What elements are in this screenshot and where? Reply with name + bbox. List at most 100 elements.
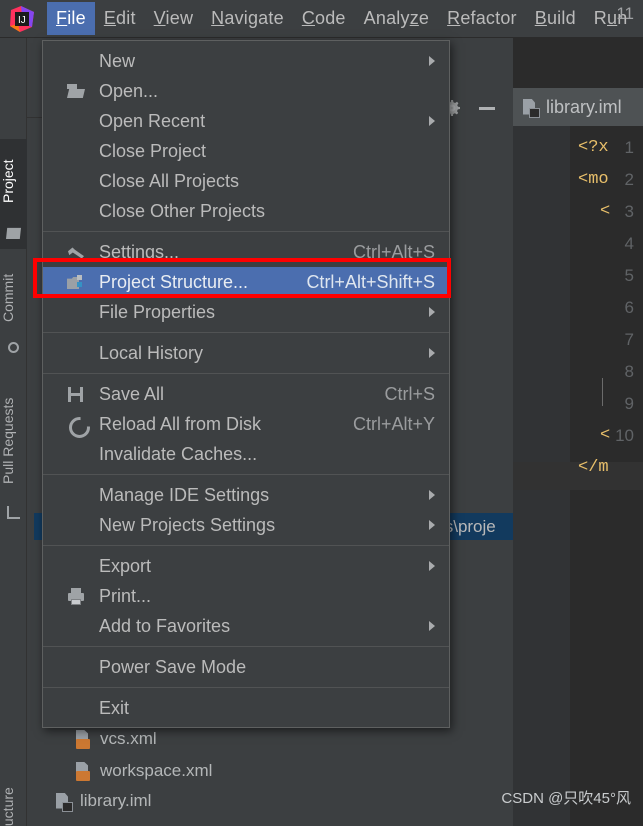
menu-item-label: Save All <box>99 383 165 404</box>
menu-item-power-save-mode[interactable]: Power Save Mode <box>43 652 449 682</box>
line-number: 4 <box>624 234 634 253</box>
code-line: <?x <box>578 138 609 157</box>
tree-file-item[interactable]: library.iml <box>55 791 151 812</box>
menu-item-close-other-projects[interactable]: Close Other Projects <box>43 196 449 226</box>
menu-item-shortcut: Ctrl+Alt+Shift+S <box>306 271 435 292</box>
menu-item-close-project[interactable]: Close Project <box>43 136 449 166</box>
line-number: 3 <box>624 202 634 221</box>
chevron-right-icon <box>429 520 435 530</box>
menubar-item-build[interactable]: Build <box>526 2 585 35</box>
editor-caret-guide <box>602 378 603 406</box>
menu-item-open-recent[interactable]: Open Recent <box>43 106 449 136</box>
menu-item-close-all-projects[interactable]: Close All Projects <box>43 166 449 196</box>
svg-text:IJ: IJ <box>18 15 26 26</box>
menu-bar: IJ File Edit View Navigate Code Analyze Refact… <box>0 0 643 38</box>
menu-item-manage-ide-settings[interactable]: Manage IDE Settings <box>43 480 449 510</box>
menu-item-save-all[interactable]: Save All Ctrl+S <box>43 379 449 409</box>
line-number: 10 <box>615 426 634 445</box>
code-line: < <box>600 426 611 445</box>
intellij-idea-logo: IJ <box>7 4 37 34</box>
menu-separator <box>43 332 449 333</box>
menu-item-label: Local History <box>99 342 204 363</box>
menu-item-label: Close Other Projects <box>99 200 266 221</box>
tree-file-label: workspace.xml <box>100 761 213 780</box>
menu-item-exit[interactable]: Exit <box>43 693 449 723</box>
wrench-icon <box>67 243 86 262</box>
menu-separator <box>43 231 449 232</box>
menubar-item-refactor[interactable]: Refactor <box>438 2 526 35</box>
menu-item-label: Settings... <box>99 241 180 262</box>
pull-requests-icon <box>7 506 20 519</box>
menu-item-export[interactable]: Export <box>43 551 449 581</box>
commit-icon <box>8 342 19 353</box>
reload-icon <box>67 415 86 434</box>
tree-selected-row-right[interactable]: ts\proje <box>440 513 513 540</box>
xml-file-icon: <> <box>75 730 92 749</box>
chevron-right-icon <box>429 561 435 571</box>
menu-item-settings[interactable]: Settings... Ctrl+Alt+S <box>43 237 449 267</box>
iml-file-icon <box>522 98 540 118</box>
menubar-item-code[interactable]: Code <box>293 2 355 35</box>
sidebar-item-structure[interactable]: Structure <box>0 776 27 826</box>
menu-item-label: Exit <box>99 697 130 718</box>
project-structure-icon <box>67 273 86 292</box>
menu-item-label: Close Project <box>99 140 207 161</box>
menu-item-label: Reload All from Disk <box>99 413 262 434</box>
project-folder-icon <box>6 227 21 239</box>
menu-item-label: Open... <box>99 80 159 101</box>
menubar-item-file[interactable]: File <box>47 2 95 35</box>
editor-tab-library-iml[interactable]: library.iml <box>513 88 643 126</box>
file-menu-dropdown: New Open... Open Recent Close Project Close … <box>42 40 450 728</box>
menubar-item-navigate[interactable]: Navigate <box>202 2 293 35</box>
menu-item-open[interactable]: Open... <box>43 76 449 106</box>
sidebar-item-project[interactable]: Project <box>0 142 27 220</box>
menubar-item-edit[interactable]: Edit <box>95 2 145 35</box>
menu-item-print[interactable]: Print... <box>43 581 449 611</box>
menubar-item-analyze[interactable]: Analyze <box>355 2 438 35</box>
tree-file-item[interactable]: <> vcs.xml <box>75 729 157 749</box>
menu-item-label: Print... <box>99 585 152 606</box>
current-line-number: 11 <box>616 4 634 23</box>
tree-file-item[interactable]: <> workspace.xml <box>75 761 212 781</box>
menu-item-label: Export <box>99 555 152 576</box>
iml-file-icon <box>55 792 73 812</box>
line-number: 1 <box>624 138 634 157</box>
chevron-right-icon <box>429 621 435 631</box>
menu-item-file-properties[interactable]: File Properties <box>43 297 449 327</box>
menu-item-label: New <box>99 50 136 71</box>
menu-item-shortcut: Ctrl+Alt+Y <box>352 413 435 434</box>
chevron-right-icon <box>429 490 435 500</box>
menu-item-add-to-favorites[interactable]: Add to Favorites <box>43 611 449 641</box>
save-icon <box>67 385 86 404</box>
menu-item-new[interactable]: New <box>43 46 449 76</box>
menu-item-shortcut: Ctrl+S <box>384 383 435 404</box>
xml-file-icon: <> <box>75 762 92 781</box>
chevron-right-icon <box>429 56 435 66</box>
sidebar-item-commit[interactable]: Commit <box>0 260 27 336</box>
menu-item-project-structure[interactable]: Project Structure... Ctrl+Alt+Shift+S <box>43 267 449 297</box>
menu-item-label: Add to Favorites <box>99 615 231 636</box>
menu-item-label: Close All Projects <box>99 170 240 191</box>
menu-separator <box>43 474 449 475</box>
menu-item-shortcut: Ctrl+Alt+S <box>352 241 435 262</box>
menu-separator <box>43 646 449 647</box>
tool-window-strip: Project Commit Pull Requests Structure <box>0 38 27 826</box>
menu-item-label: New Projects Settings <box>99 514 276 535</box>
sidebar-item-pull-requests[interactable]: Pull Requests <box>0 382 27 500</box>
chevron-right-icon <box>429 307 435 317</box>
menu-item-label: Manage IDE Settings <box>99 484 270 505</box>
menu-item-reload-all-from-disk[interactable]: Reload All from Disk Ctrl+Alt+Y <box>43 409 449 439</box>
menu-item-new-projects-settings[interactable]: New Projects Settings <box>43 510 449 540</box>
line-number: 9 <box>624 394 634 413</box>
line-number: 7 <box>624 330 634 349</box>
line-number: 6 <box>624 298 634 317</box>
line-number: 5 <box>624 266 634 285</box>
menu-item-local-history[interactable]: Local History <box>43 338 449 368</box>
watermark-text: CSDN @只吹45°风 <box>501 790 631 807</box>
menubar-item-view[interactable]: View <box>145 2 203 35</box>
line-number: 2 <box>624 170 634 189</box>
minimize-icon[interactable] <box>479 107 495 110</box>
tree-file-label: vcs.xml <box>100 729 157 748</box>
menu-item-invalidate-caches[interactable]: Invalidate Caches... <box>43 439 449 469</box>
open-folder-icon <box>67 82 86 101</box>
